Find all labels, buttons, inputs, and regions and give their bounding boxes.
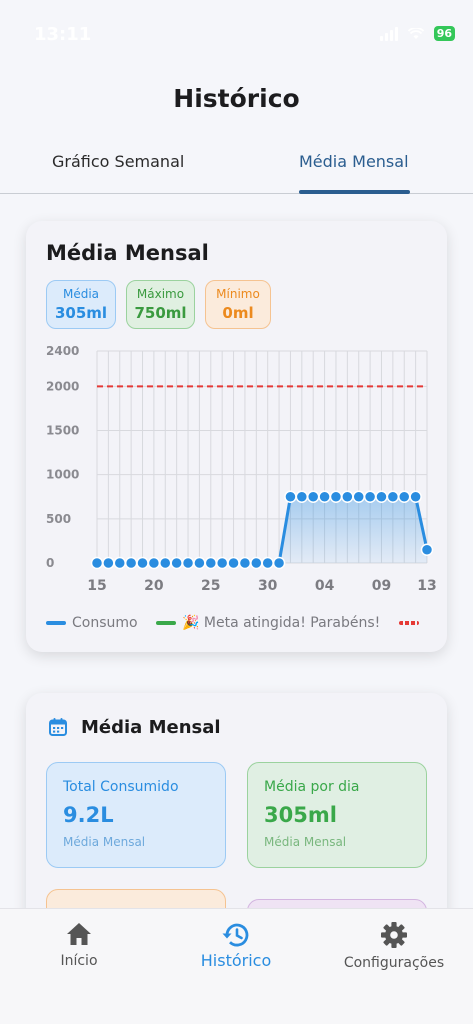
data-point: [363, 490, 377, 503]
data-point: [227, 556, 240, 570]
data-point: [215, 556, 229, 570]
data-point: [261, 556, 274, 570]
y-tick-label: 2000: [46, 379, 79, 393]
legend-swatch-icon: [156, 621, 177, 625]
history-icon: [222, 923, 249, 947]
nav-settings-label: Configurações: [343, 955, 445, 971]
data-point: [204, 556, 218, 570]
x-tick-label: 25: [201, 578, 220, 594]
x-tick-label: 04: [315, 578, 335, 594]
data-point: [113, 556, 127, 570]
bottom-navigation: Início Histórico Configurações: [0, 908, 473, 1024]
legend-swatch-icon: [398, 621, 419, 625]
data-point: [181, 556, 195, 570]
data-point: [397, 490, 411, 503]
tab-active-indicator: [299, 190, 410, 194]
consumption-line-chart[interactable]: 0 500 1000 1500 2000 2400 15 20 25 30 04 09 13: [26, 221, 447, 601]
data-point: [386, 490, 400, 503]
data-point: [375, 490, 388, 503]
data-point: [238, 556, 252, 570]
legend-label: 🎉 Meta atingida! Parabéns!: [182, 615, 381, 631]
tab-bar: Gráfico Semanal Média Mensal: [0, 140, 473, 194]
battery-icon: 96: [433, 26, 455, 41]
y-tick-label: 1000: [46, 468, 79, 482]
data-point: [409, 490, 422, 503]
chart-legend: Consumo 🎉 Meta atingida! Parabéns! M: [46, 613, 426, 633]
legend-item-consumo[interactable]: Consumo: [46, 615, 138, 631]
calendar-icon: [49, 718, 67, 736]
data-point: [90, 556, 104, 570]
wifi-icon: [407, 27, 424, 39]
data-point: [250, 556, 263, 570]
tab-monthly-average[interactable]: Média Mensal: [299, 152, 409, 171]
series-area-fill: [97, 496, 427, 563]
status-time: 13:11: [34, 24, 92, 45]
data-point: [170, 556, 183, 570]
metric-label: Total Consumido: [63, 779, 179, 795]
x-tick-label: 09: [372, 578, 391, 594]
nav-history[interactable]: Histórico: [161, 921, 311, 970]
daily-average-box: Média por dia 305ml Média Mensal: [247, 762, 427, 868]
x-tick-label: 30: [258, 578, 278, 594]
data-point: [193, 556, 206, 570]
data-point: [284, 490, 297, 503]
data-point: [102, 556, 115, 570]
y-tick-label: 2400: [46, 344, 79, 358]
legend-label: Consumo: [72, 615, 138, 631]
data-point: [136, 556, 149, 570]
data-point: [341, 490, 354, 503]
metric-value: 305ml: [264, 803, 337, 827]
x-tick-label: 20: [144, 578, 164, 594]
data-point: [306, 490, 320, 503]
data-point: [352, 490, 365, 503]
summary-title: Média Mensal: [81, 717, 221, 738]
data-point: [329, 490, 343, 503]
tab-weekly-chart[interactable]: Gráfico Semanal: [52, 152, 184, 171]
legend-item-goal-line[interactable]: M: [398, 615, 426, 631]
nav-home[interactable]: Início: [4, 921, 154, 969]
status-bar: 13:11 96: [0, 0, 473, 70]
x-tick-label: 13: [417, 578, 436, 594]
nav-settings[interactable]: Configurações: [319, 921, 469, 971]
chart-card: Média Mensal Média 305ml Máximo 750ml Mí…: [26, 221, 447, 652]
nav-history-label: Histórico: [200, 951, 272, 970]
data-point: [124, 556, 138, 570]
y-tick-label: 500: [46, 512, 71, 526]
metric-label: Média por dia: [264, 779, 360, 795]
data-point: [295, 490, 309, 503]
legend-item-goal-reached[interactable]: 🎉 Meta atingida! Parabéns!: [156, 615, 380, 631]
data-point: [159, 556, 172, 570]
y-tick-label: 1500: [46, 424, 79, 438]
x-tick-label: 15: [87, 578, 106, 594]
data-point: [147, 556, 161, 570]
page-title: Histórico: [173, 84, 300, 113]
y-tick-label: 0: [46, 556, 54, 570]
status-icons: 96: [379, 26, 455, 41]
data-point: [272, 556, 286, 570]
home-icon: [67, 923, 91, 945]
data-point: [420, 543, 434, 556]
legend-swatch-icon: [46, 621, 66, 625]
metric-value: 9.2L: [63, 803, 114, 827]
signal-icon: [379, 26, 398, 41]
legend-label: M: [425, 615, 426, 631]
data-point: [318, 490, 331, 503]
total-consumed-box: Total Consumido 9.2L Média Mensal: [46, 762, 226, 868]
metric-subtitle: Média Mensal: [264, 835, 347, 849]
gear-icon: [381, 922, 407, 948]
nav-home-label: Início: [60, 953, 98, 969]
metric-subtitle: Média Mensal: [63, 835, 146, 849]
